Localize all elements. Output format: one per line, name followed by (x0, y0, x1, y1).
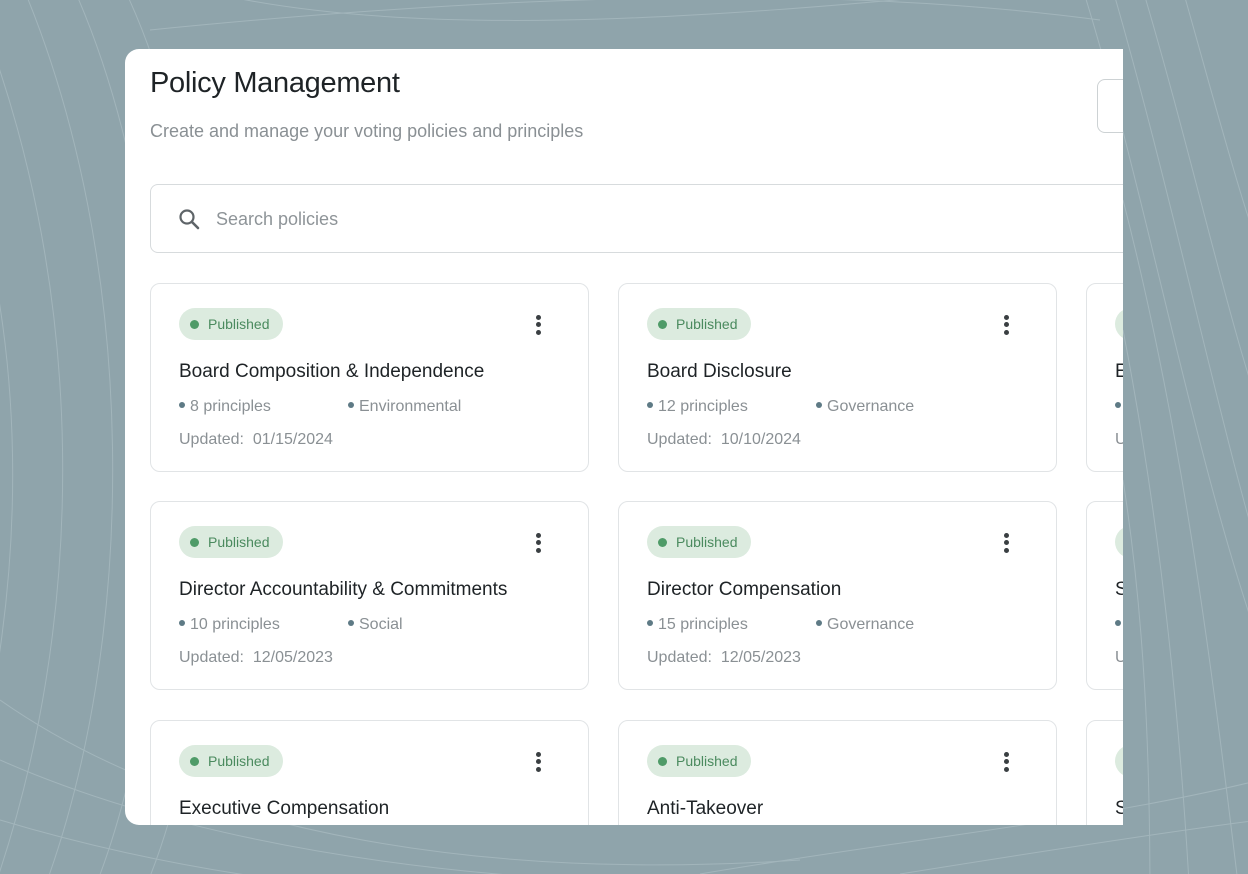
status-dot-icon (658, 757, 667, 766)
policy-title: S (1115, 579, 1123, 600)
updated-date: Updated: 01/15/2024 (179, 431, 333, 448)
status-badge: Published (647, 308, 751, 340)
status-badge: Published (647, 526, 751, 558)
status-badge: Published (179, 308, 283, 340)
policy-title: Director Accountability & Commitments (179, 579, 508, 600)
status-badge (1115, 745, 1123, 777)
updated-date: U (1115, 649, 1123, 666)
status-badge: Published (179, 745, 283, 777)
bullet-icon (1115, 401, 1121, 408)
more-options-icon[interactable] (999, 530, 1015, 556)
policy-category: Social (348, 616, 403, 634)
policy-title: E (1115, 361, 1123, 382)
status-dot-icon (658, 320, 667, 329)
status-badge (1115, 526, 1123, 558)
policy-category: Governance (816, 398, 914, 416)
search-icon (179, 209, 200, 230)
more-options-icon[interactable] (999, 749, 1015, 775)
policy-card-partial[interactable]: E U (1086, 283, 1123, 472)
status-badge (1115, 308, 1123, 340)
more-options-icon[interactable] (531, 749, 547, 775)
status-badge: Published (179, 526, 283, 558)
policy-title: Director Compensation (647, 579, 842, 600)
policy-title: Board Disclosure (647, 361, 792, 382)
bullet-icon (179, 401, 185, 408)
policy-category: Environmental (348, 398, 461, 416)
bullet-icon (647, 619, 653, 626)
principles-count: 12 principles (647, 398, 748, 416)
principles-count: 15 principles (647, 616, 748, 634)
status-dot-icon (658, 538, 667, 547)
bullet-icon (816, 619, 822, 626)
principles-count: 8 principles (179, 398, 271, 416)
search-input[interactable]: Search policies (150, 184, 1123, 253)
policy-card-partial[interactable]: S (1086, 720, 1123, 825)
bullet-icon (348, 619, 354, 626)
page-title: Policy Management (150, 67, 400, 99)
principles-count: 10 principles (179, 616, 280, 634)
principles-count (1115, 616, 1123, 634)
policy-card-partial[interactable]: S U (1086, 501, 1123, 690)
more-options-icon[interactable] (531, 312, 547, 338)
bullet-icon (179, 619, 185, 626)
more-options-icon[interactable] (999, 312, 1015, 338)
updated-date: Updated: 10/10/2024 (647, 431, 801, 448)
page-subtitle: Create and manage your voting policies a… (150, 121, 584, 141)
principles-count (1115, 398, 1123, 416)
status-dot-icon (190, 320, 199, 329)
bullet-icon (348, 401, 354, 408)
policy-title: Board Composition & Independence (179, 361, 485, 382)
updated-date: Updated: 12/05/2023 (179, 649, 333, 666)
policy-card[interactable]: Published Director Compensation 15 princ… (618, 501, 1057, 690)
policy-title: S (1115, 798, 1123, 819)
policy-card[interactable]: Published Executive Compensation (150, 720, 589, 825)
header-action-button[interactable] (1097, 79, 1123, 133)
bullet-icon (647, 401, 653, 408)
status-badge: Published (647, 745, 751, 777)
bullet-icon (1115, 619, 1121, 626)
status-dot-icon (190, 757, 199, 766)
policy-management-panel: Policy Management Create and manage your… (125, 49, 1123, 825)
policy-category: Governance (816, 616, 914, 634)
policy-title: Executive Compensation (179, 798, 390, 819)
more-options-icon[interactable] (531, 530, 547, 556)
policy-title: Anti-Takeover (647, 798, 764, 819)
policy-card[interactable]: Published Board Composition & Independen… (150, 283, 589, 472)
policy-card[interactable]: Published Board Disclosure 12 principles… (618, 283, 1057, 472)
bullet-icon (816, 401, 822, 408)
policy-card[interactable]: Published Director Accountability & Comm… (150, 501, 589, 690)
policy-card[interactable]: Published Anti-Takeover (618, 720, 1057, 825)
updated-date: U (1115, 431, 1123, 448)
search-placeholder: Search policies (216, 209, 339, 229)
updated-date: Updated: 12/05/2023 (647, 649, 801, 666)
status-dot-icon (190, 538, 199, 547)
